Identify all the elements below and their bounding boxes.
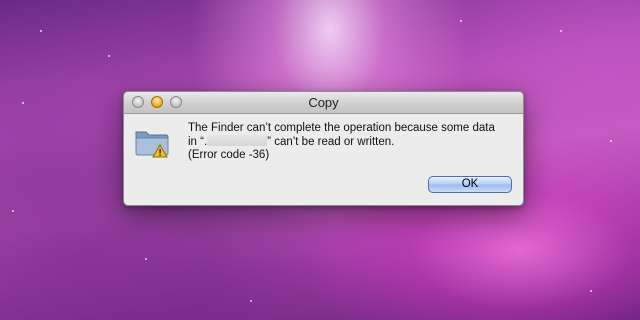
star [460, 20, 462, 22]
error-message: The Finder can’t complete the operation … [188, 122, 513, 162]
message-line: The Finder can’t complete the operation … [188, 122, 495, 134]
error-dialog: Copy The Finder can’t complete the opera… [123, 91, 524, 206]
message-text: ” can’t be read or written. [267, 136, 395, 148]
star [22, 102, 24, 104]
folder-warning-icon [135, 131, 169, 158]
window-title: Copy [308, 95, 339, 110]
message-text: in “. [188, 136, 208, 148]
ok-button[interactable]: OK [428, 176, 512, 193]
star [12, 210, 14, 212]
dialog-content: The Finder can’t complete the operation … [124, 114, 523, 205]
title-bar[interactable]: Copy [124, 92, 523, 114]
message-line: in “. ” can’t be read or written. [188, 135, 513, 149]
star [610, 140, 612, 142]
star [40, 30, 42, 32]
star [560, 30, 562, 32]
star [108, 55, 110, 57]
redacted-filename [207, 135, 268, 146]
star [145, 258, 147, 260]
error-code: (Error code -36) [188, 149, 270, 161]
star [250, 300, 252, 302]
star [590, 290, 592, 292]
